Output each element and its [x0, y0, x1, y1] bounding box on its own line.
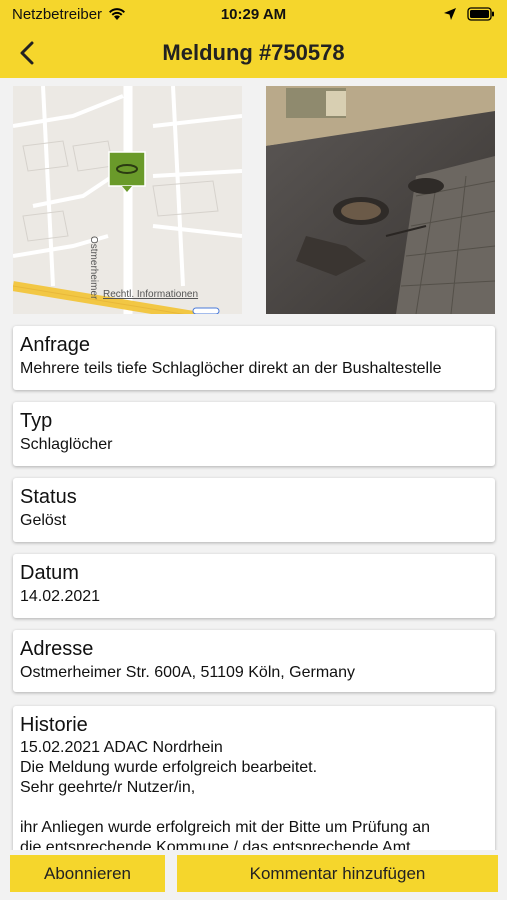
legal-info-link[interactable]: Rechtl. Informationen: [103, 289, 198, 300]
map-marker: [108, 151, 146, 193]
status-value: Gelöst: [20, 512, 67, 529]
location-map[interactable]: Ostmerheimer Rechtl. Informationen: [13, 86, 242, 314]
datum-value: 14.02.2021: [20, 588, 101, 605]
historie-label: Historie: [20, 714, 88, 736]
carrier-label: Netzbetreiber: [12, 5, 103, 23]
anfrage-value: Mehrere teils tiefe Schlaglöcher direkt …: [20, 360, 442, 377]
street-label: Ostmerheimer: [88, 236, 99, 300]
status-bar: Netzbetreiber 10:29 AM: [0, 0, 507, 28]
page-title: Meldung #750578: [162, 40, 345, 65]
location-arrow-icon: [444, 8, 456, 20]
chevron-left-icon: [20, 41, 34, 65]
report-photo[interactable]: [266, 86, 495, 314]
back-button[interactable]: [10, 36, 44, 70]
typ-label: Typ: [20, 410, 53, 432]
pothole-photo: [266, 86, 495, 314]
report-details[interactable]: Ostmerheimer Rechtl. Informationen Anfra…: [0, 78, 507, 850]
status-label: Status: [20, 486, 77, 508]
subscribe-button[interactable]: Abonnieren: [10, 855, 165, 892]
card-anfrage: Anfrage Mehrere teils tiefe Schlaglöcher…: [13, 326, 495, 390]
card-typ: Typ Schlaglöcher: [13, 402, 495, 466]
historie-text: 15.02.2021 ADAC Nordrhein Die Meldung wu…: [20, 739, 430, 850]
battery-icon: [467, 7, 494, 21]
datum-label: Datum: [20, 562, 79, 584]
typ-value: Schlaglöcher: [20, 436, 113, 453]
add-comment-button[interactable]: Kommentar hinzufügen: [177, 855, 498, 892]
wifi-icon: [109, 8, 126, 20]
card-adresse: Adresse Ostmerheimer Str. 600A, 51109 Kö…: [13, 630, 495, 692]
adresse-value: Ostmerheimer Str. 600A, 51109 Köln, Germ…: [20, 664, 355, 681]
card-status: Status Gelöst: [13, 478, 495, 542]
card-historie: Historie 15.02.2021 ADAC Nordrhein Die M…: [13, 706, 495, 850]
action-bar: Abonnieren Kommentar hinzufügen: [0, 850, 507, 900]
map-tiles: [13, 86, 242, 314]
navigation-bar: Meldung #750578: [0, 28, 507, 78]
card-datum: Datum 14.02.2021: [13, 554, 495, 618]
anfrage-label: Anfrage: [20, 334, 91, 356]
adresse-label: Adresse: [20, 638, 94, 660]
